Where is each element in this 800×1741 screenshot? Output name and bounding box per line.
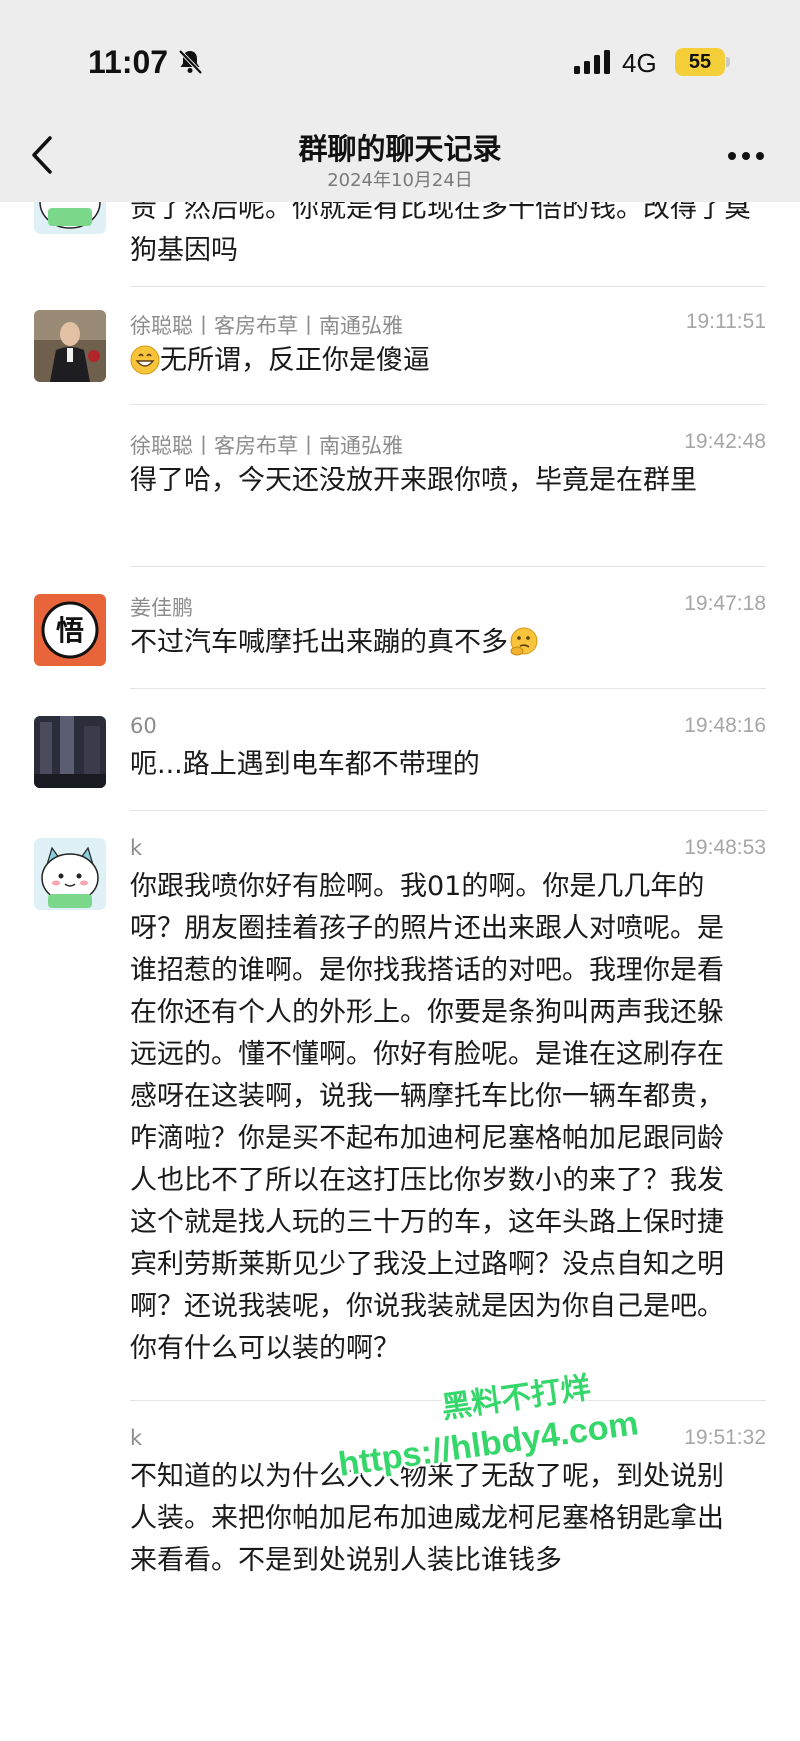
message-time: 19:42:48 [684, 430, 766, 453]
message-sender: k [130, 836, 143, 860]
message-text-row: 不过汽车喊摩托出来蹦的真不多 [130, 622, 770, 664]
chat-message: 贵了然后呢。你就是有比现在多十倍的钱。改得了臭狗基因吗 [0, 202, 800, 302]
chat-message: 悟 姜佳鹏 19:47:18 不过汽车喊摩托出来蹦的真不多 [0, 592, 800, 692]
grinning-face-emoji-icon [130, 345, 160, 374]
avatar[interactable]: 悟 [34, 594, 106, 666]
nav-bar: 群聊的聊天记录 2024年10月24日 [0, 110, 800, 202]
page-subtitle-date: 2024年10月24日 [327, 170, 473, 191]
divider [130, 404, 766, 405]
message-time: 19:48:16 [684, 714, 766, 737]
message-text: 贵了然后呢。你就是有比现在多十倍的钱。改得了臭狗基因吗 [130, 202, 751, 266]
battery-tip [726, 57, 730, 67]
message-time: 19:11:51 [685, 310, 766, 333]
avatar[interactable] [34, 310, 106, 382]
page-title: 群聊的聊天记录 [298, 132, 502, 166]
more-options-icon[interactable] [726, 150, 766, 162]
signal-icon [574, 50, 610, 74]
status-bar: 11:07 4G 55 [0, 0, 800, 110]
message-text-row: 无所谓，反正你是傻逼 [130, 340, 770, 382]
message-time: 19:47:18 [684, 592, 766, 615]
message-text: 无所谓，反正你是傻逼 [160, 345, 430, 376]
message-sender: 60 [130, 714, 157, 738]
message-text: 你跟我喷你好有脸啊。我01的啊。你是几几年的呀？朋友圈挂着孩子的照片还出来跟人对… [130, 871, 724, 1364]
message-text: 呃...路上遇到电车都不带理的 [130, 749, 480, 780]
message-text: 不过汽车喊摩托出来蹦的真不多 [130, 627, 508, 658]
message-sender: 姜佳鹏 [130, 596, 193, 620]
chat-message: 徐聪聪丨客房布草丨南通弘雅 19:42:48 得了哈，今天还没放开来跟你喷，毕竟… [0, 430, 800, 560]
chat-message: 60 19:48:16 呃...路上遇到电车都不带理的 [0, 714, 800, 814]
divider [130, 566, 766, 567]
message-time: 19:48:53 [684, 836, 766, 859]
chat-message: k 19:48:53 你跟我喷你好有脸啊。我01的啊。你是几几年的呀？朋友圈挂着… [0, 836, 800, 1396]
avatar[interactable] [34, 838, 106, 910]
battery-level: 55 [675, 48, 725, 76]
divider [130, 810, 766, 811]
bell-muted-icon [178, 49, 203, 75]
status-time: 11:07 [88, 44, 169, 80]
svg-text:悟: 悟 [56, 614, 84, 647]
avatar [34, 202, 106, 234]
message-text: 得了哈，今天还没放开来跟你喷，毕竟是在群里 [130, 465, 697, 496]
message-sender: 徐聪聪丨客房布草丨南通弘雅 [130, 434, 403, 458]
network-type: 4G [622, 48, 657, 78]
message-sender: 徐聪聪丨客房布草丨南通弘雅 [130, 314, 403, 338]
divider [130, 688, 766, 689]
divider [130, 286, 766, 287]
message-sender: k [130, 1426, 143, 1450]
thinking-face-emoji-icon [510, 627, 538, 655]
avatar[interactable] [34, 716, 106, 788]
